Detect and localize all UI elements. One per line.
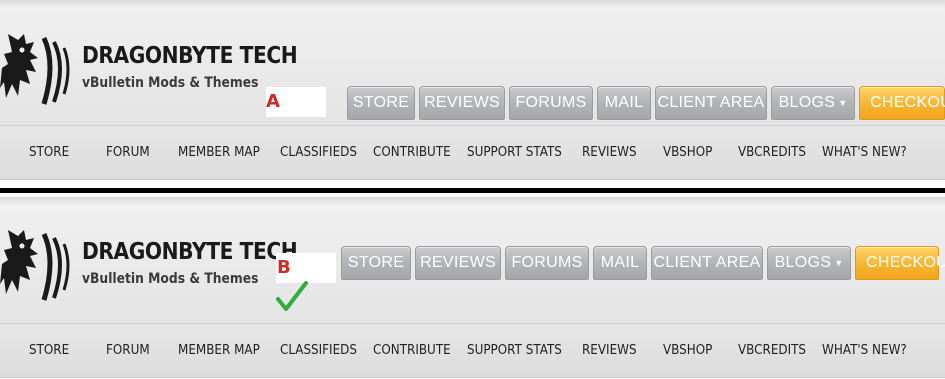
tab-reviews[interactable]: REVIEWS [415,246,501,280]
panel-a: DRAGONBYTE TECH vBulletin Mods & Themes … [0,0,945,180]
site-logo[interactable]: DRAGONBYTE TECH vBulletin Mods & Themes [0,24,298,114]
brand-title: DRAGONBYTE TECH [82,43,298,69]
tab-client-area[interactable]: CLIENT AREA [651,246,763,280]
subnav-vbshop[interactable]: VBSHOP [663,145,712,160]
header-shine [0,197,945,207]
tab-store[interactable]: STORE [347,86,415,120]
dragon-logo-icon [0,34,70,105]
subnav-whats-new[interactable]: WHAT'S NEW? [822,343,907,358]
label-a-box: A [266,87,326,117]
subnav-vbcredits[interactable]: VBCREDITS [738,343,806,358]
dragon-logo-icon [0,230,70,301]
divider-line [0,188,945,193]
sub-nav: STORE FORUM MEMBER MAP CLASSIFIEDS CONTR… [0,323,945,378]
tab-reviews[interactable]: REVIEWS [419,86,505,120]
subnav-reviews[interactable]: REVIEWS [582,343,637,358]
tab-forums[interactable]: FORUMS [505,246,589,280]
subnav-reviews[interactable]: REVIEWS [582,145,637,160]
label-a: A [266,91,280,112]
tab-blogs-label: BLOGS [778,94,836,111]
subnav-forum[interactable]: FORUM [106,145,150,160]
tab-checkout[interactable]: CHECKOUT [855,246,945,280]
subnav-contribute[interactable]: CONTRIBUTE [373,145,451,160]
subnav-contribute[interactable]: CONTRIBUTE [373,343,451,358]
tab-mail[interactable]: MAIL [597,86,651,120]
subnav-support-stats[interactable]: SUPPORT STATS [467,145,562,160]
checkmark-icon [276,281,308,311]
subnav-store[interactable]: STORE [29,145,69,160]
tab-store[interactable]: STORE [341,246,411,280]
subnav-whats-new[interactable]: WHAT'S NEW? [822,145,907,160]
subnav-member-map[interactable]: MEMBER MAP [178,145,260,160]
tab-forums[interactable]: FORUMS [509,86,593,120]
site-logo[interactable]: DRAGONBYTE TECH vBulletin Mods & Themes [0,220,298,310]
panel-b: DRAGONBYTE TECH vBulletin Mods & Themes … [0,197,945,379]
header-shine [0,0,945,10]
subnav-vbshop[interactable]: VBSHOP [663,343,712,358]
label-b: B [277,257,291,278]
sub-nav: STORE FORUM MEMBER MAP CLASSIFIEDS CONTR… [0,125,945,180]
brand-title: DRAGONBYTE TECH [82,239,298,265]
brand-tagline: vBulletin Mods & Themes [82,271,259,287]
top-nav: STORE REVIEWS FORUMS MAIL CLIENT AREA BL… [347,86,945,120]
tab-checkout[interactable]: CHECKOUT [859,86,945,120]
subnav-vbcredits[interactable]: VBCREDITS [738,145,806,160]
caret-down-icon: ▼ [838,98,848,108]
tab-client-area[interactable]: CLIENT AREA [655,86,767,120]
subnav-support-stats[interactable]: SUPPORT STATS [467,343,562,358]
subnav-store[interactable]: STORE [29,343,69,358]
subnav-member-map[interactable]: MEMBER MAP [178,343,260,358]
tab-blogs[interactable]: BLOGS ▼ [767,246,851,280]
tab-mail[interactable]: MAIL [593,246,647,280]
caret-down-icon: ▼ [834,258,844,268]
subnav-classifieds[interactable]: CLASSIFIEDS [280,145,357,160]
subnav-classifieds[interactable]: CLASSIFIEDS [280,343,357,358]
tab-blogs[interactable]: BLOGS ▼ [771,86,855,120]
subnav-forum[interactable]: FORUM [106,343,150,358]
brand-tagline: vBulletin Mods & Themes [82,75,259,91]
tab-blogs-label: BLOGS [774,254,832,271]
top-nav: STORE REVIEWS FORUMS MAIL CLIENT AREA BL… [341,246,945,280]
